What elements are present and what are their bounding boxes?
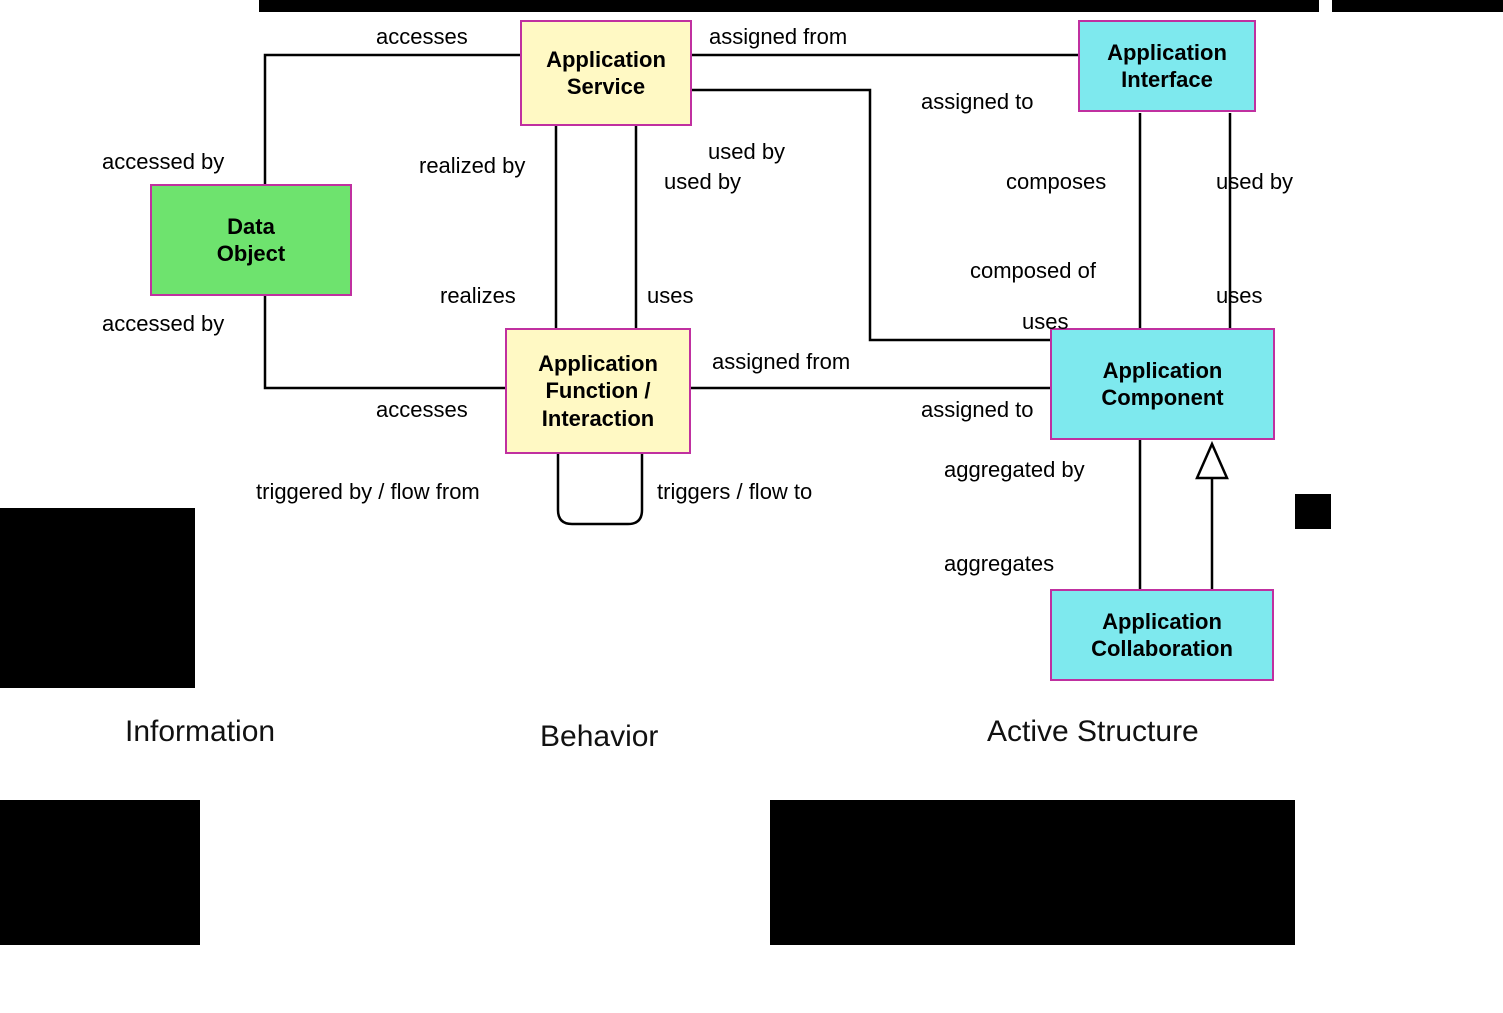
label-realizes: realizes — [440, 282, 516, 311]
label-accessed-by-bot: accessed by — [102, 310, 224, 339]
black-strip-top-2 — [1332, 0, 1503, 12]
label-uses-mid: uses — [647, 282, 693, 311]
label-assigned-to-2: assigned to — [921, 396, 1034, 425]
label-used-by-3: used by — [1216, 168, 1293, 197]
label-uses-right1: uses — [1216, 282, 1262, 311]
node-app-function: ApplicationFunction /Interaction — [505, 328, 691, 454]
node-data-object: DataObject — [150, 184, 352, 296]
category-behavior: Behavior — [540, 720, 658, 754]
black-corner-right — [1295, 494, 1331, 529]
label-used-by-1: used by — [708, 138, 785, 167]
label-triggers: triggers / flow to — [657, 478, 812, 507]
label-triggered-by: triggered by / flow from — [256, 478, 480, 507]
node-app-service: ApplicationService — [520, 20, 692, 126]
node-app-interface: ApplicationInterface — [1078, 20, 1256, 112]
label-aggregated-by: aggregated by — [944, 456, 1085, 485]
label-realized-by: realized by — [419, 152, 525, 181]
node-app-component: ApplicationComponent — [1050, 328, 1275, 440]
category-information: Information — [125, 715, 275, 749]
label-composes: composes — [1006, 168, 1106, 197]
black-strip-bot-3 — [770, 800, 1295, 945]
label-assigned-from-2: assigned from — [712, 348, 850, 377]
label-aggregates: aggregates — [944, 550, 1054, 579]
label-accessed-by-top: accessed by — [102, 148, 224, 177]
node-app-collab: ApplicationCollaboration — [1050, 589, 1274, 681]
label-accesses-bot: accesses — [376, 396, 468, 425]
black-strip-bot-1 — [0, 508, 195, 688]
category-active-structure: Active Structure — [987, 715, 1199, 749]
black-strip-bot-2 — [0, 800, 200, 945]
label-accesses-top: accesses — [376, 23, 468, 52]
label-composed-of: composed of — [970, 257, 1096, 286]
black-strip-top-1 — [259, 0, 1319, 12]
label-assigned-from-top: assigned from — [709, 23, 847, 52]
label-used-by-2: used by — [664, 168, 741, 197]
label-uses-right2: uses — [1022, 308, 1068, 337]
label-assigned-to-top: assigned to — [921, 88, 1034, 117]
